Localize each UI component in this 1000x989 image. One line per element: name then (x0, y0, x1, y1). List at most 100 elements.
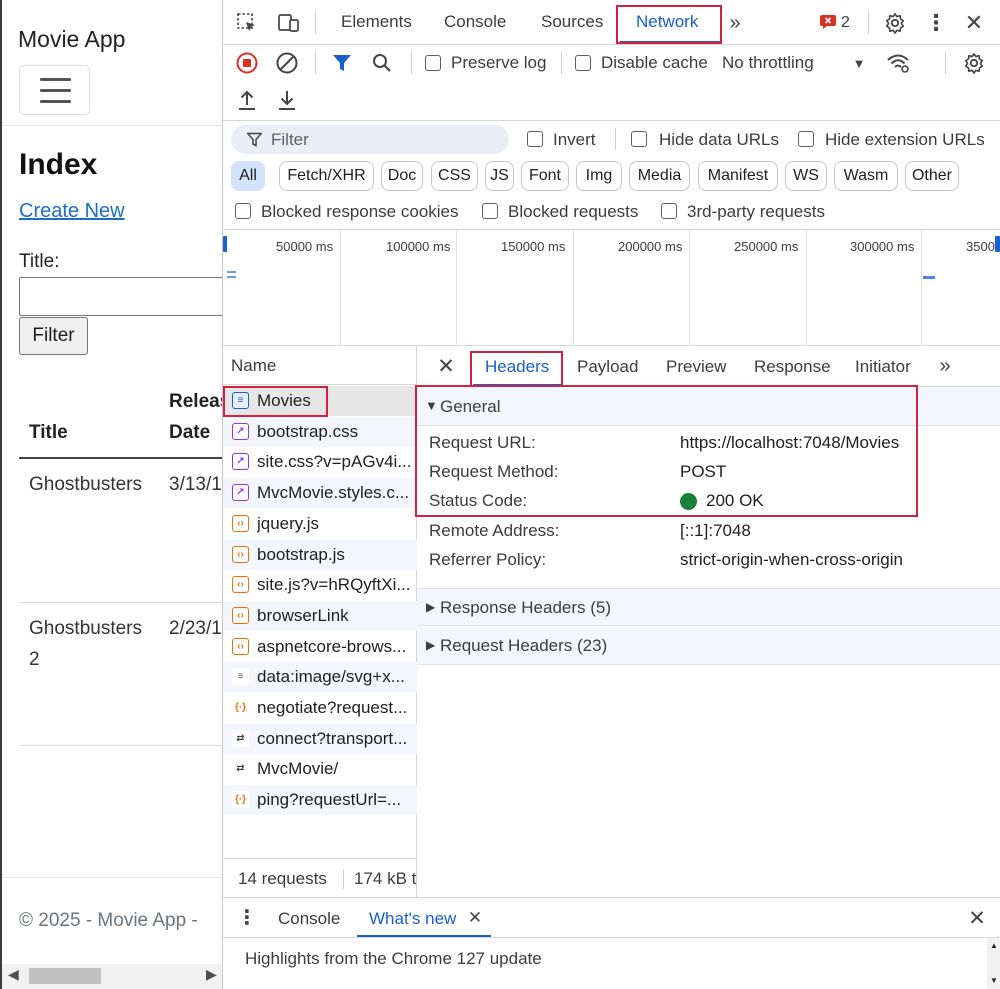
stop-recording-icon[interactable] (235, 51, 259, 75)
chip-doc[interactable]: Doc (381, 161, 423, 191)
scroll-down-icon[interactable]: ▼ (990, 976, 998, 985)
chip-img[interactable]: Img (576, 161, 622, 191)
name-column-header[interactable]: Name (223, 346, 417, 385)
timeline-gridline (921, 230, 922, 346)
tab-sources[interactable]: Sources (541, 12, 603, 32)
filter-button[interactable]: Filter (19, 317, 88, 355)
inspect-element-icon[interactable] (235, 11, 259, 35)
timeline-label: 250000 ms (734, 239, 799, 254)
chip-other[interactable]: Other (905, 161, 959, 191)
request-row[interactable]: ↗ bootstrap.css (223, 416, 417, 447)
request-row[interactable]: ‹› aspnetcore-brows... (223, 632, 417, 662)
scroll-left-icon[interactable]: ◀ (8, 966, 19, 983)
request-row[interactable]: ‹› site.js?v=hRQyftXi... (223, 570, 417, 600)
blocked-requests-checkbox[interactable] (482, 203, 498, 219)
chip-all[interactable]: All (231, 161, 265, 191)
close-detail-icon[interactable]: ✕ (435, 355, 457, 378)
request-row[interactable]: ‹› bootstrap.js (223, 539, 417, 570)
chip-ws[interactable]: WS (785, 161, 827, 191)
chip-manifest[interactable]: Manifest (698, 161, 778, 191)
create-new-link[interactable]: Create New (19, 200, 125, 223)
scroll-right-icon[interactable]: ▶ (206, 966, 217, 983)
drawer-scrollbar[interactable]: ▲ ▼ (987, 938, 1000, 989)
navbar-toggle-button[interactable] (19, 65, 90, 115)
request-row[interactable]: ⇄ MvcMovie/ (223, 754, 417, 784)
tab-response[interactable]: Response (754, 357, 831, 377)
network-overview-timeline[interactable]: 50000 ms 100000 ms 150000 ms 200000 ms 2… (223, 229, 1000, 346)
scroll-up-icon[interactable]: ▲ (990, 941, 998, 950)
hide-extension-urls-checkbox[interactable] (798, 131, 814, 147)
drawer-tab-whats-new[interactable]: What's new (369, 909, 456, 929)
request-row[interactable]: ≡ data:image/svg+x... (223, 662, 417, 693)
close-drawer-icon[interactable]: ✕ (965, 907, 989, 930)
request-name: bootstrap.css (257, 421, 359, 441)
tab-elements[interactable]: Elements (341, 12, 412, 32)
invert-checkbox[interactable] (527, 131, 543, 147)
chip-js[interactable]: JS (485, 161, 514, 191)
horizontal-scrollbar[interactable]: ◀ ▶ (2, 964, 222, 989)
request-headers-section[interactable]: ▶ Request Headers (23) (417, 627, 1000, 665)
chip-css[interactable]: CSS (431, 161, 478, 191)
hide-data-urls-checkbox[interactable] (631, 131, 647, 147)
export-har-icon[interactable] (275, 88, 299, 112)
network-settings-gear-icon[interactable] (962, 51, 986, 75)
throttling-select[interactable]: No throttling (722, 53, 814, 73)
device-toolbar-icon[interactable] (275, 11, 301, 35)
filter-input[interactable]: Filter (231, 125, 509, 154)
status-separator (343, 869, 344, 889)
request-row[interactable]: {·} ping?requestUrl=... (223, 785, 417, 816)
request-row[interactable]: ‹› browserLink (223, 600, 417, 631)
more-tabs-icon[interactable]: » (723, 11, 747, 35)
timeline-right-handle[interactable] (995, 236, 1000, 252)
timeline-label: 300000 ms (850, 239, 915, 254)
issues-count[interactable]: 2 (841, 14, 850, 32)
whats-new-message[interactable]: Highlights from the Chrome 127 update (245, 949, 542, 969)
tab-payload[interactable]: Payload (577, 357, 638, 377)
disable-cache-checkbox[interactable] (575, 55, 591, 71)
timeline-left-handle[interactable] (223, 236, 227, 252)
more-options-icon[interactable]: ⋮ (925, 10, 947, 35)
brand-title[interactable]: Movie App (18, 26, 125, 53)
request-name: browserLink (257, 605, 349, 625)
table-row-divider (19, 745, 222, 746)
filter-funnel-icon[interactable] (330, 51, 354, 75)
request-row[interactable]: ‹› jquery.js (223, 509, 417, 539)
filter-icon (247, 132, 262, 147)
network-status-bar: 14 requests 174 kB t (223, 858, 417, 897)
toolbar-divider (223, 120, 1000, 121)
third-party-checkbox[interactable] (661, 203, 677, 219)
drawer-menu-icon[interactable]: ⋮ (237, 906, 257, 929)
table-cell-title-cont: 2 (29, 649, 40, 670)
collapsed-triangle-icon: ▶ (426, 600, 436, 614)
title-filter-input[interactable] (19, 277, 222, 316)
import-har-icon[interactable] (235, 88, 259, 112)
tab-console[interactable]: Console (444, 12, 506, 32)
chip-font[interactable]: Font (521, 161, 569, 191)
close-whats-new-icon[interactable]: ✕ (466, 908, 484, 928)
network-conditions-icon[interactable] (885, 51, 911, 75)
request-row[interactable]: ↗ MvcMovie.styles.c... (223, 478, 417, 509)
scrollbar-thumb[interactable] (29, 968, 101, 984)
request-row[interactable]: ↗ site.css?v=pAGv4i... (223, 447, 417, 477)
close-devtools-icon[interactable]: ✕ (963, 10, 985, 35)
search-icon[interactable] (370, 51, 394, 75)
chip-wasm[interactable]: Wasm (834, 161, 898, 191)
chevron-down-icon[interactable]: ▼ (849, 53, 869, 73)
request-row[interactable]: ⇄ connect?transport... (223, 723, 417, 754)
chip-fetch-xhr[interactable]: Fetch/XHR (279, 161, 374, 191)
tab-preview[interactable]: Preview (666, 357, 726, 377)
chip-media[interactable]: Media (629, 161, 690, 191)
blocked-cookies-checkbox[interactable] (235, 203, 251, 219)
settings-gear-icon[interactable] (883, 11, 907, 35)
table-header-divider (19, 457, 222, 459)
issues-icon[interactable] (819, 14, 837, 30)
request-row[interactable]: {·} negotiate?request... (223, 693, 417, 723)
more-detail-tabs-icon[interactable]: » (934, 355, 956, 377)
drawer-tab-console[interactable]: Console (278, 909, 340, 929)
blocked-requests-label: Blocked requests (508, 202, 639, 221)
tab-initiator[interactable]: Initiator (855, 357, 911, 377)
clear-icon[interactable] (275, 51, 299, 75)
response-headers-section[interactable]: ▶ Response Headers (5) (417, 588, 1000, 626)
preserve-log-checkbox[interactable] (425, 55, 441, 71)
toolbar-separator (315, 12, 316, 34)
